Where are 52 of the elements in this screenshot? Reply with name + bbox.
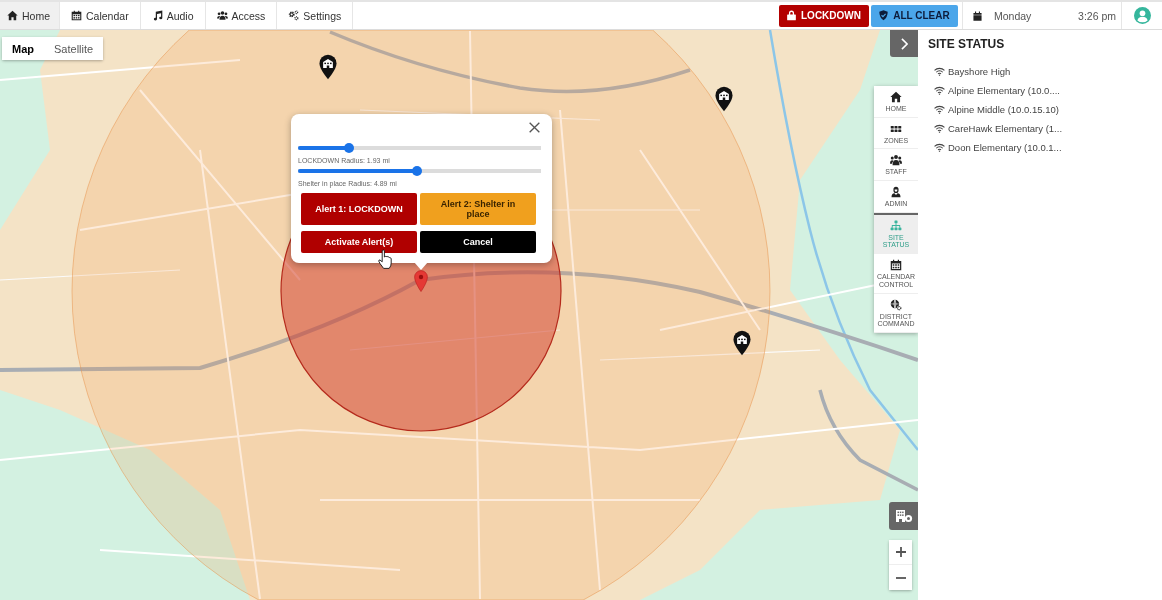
nav-tab[interactable]: Home xyxy=(0,2,60,29)
slider-thumb[interactable] xyxy=(412,166,423,176)
calendar-icon xyxy=(71,10,82,21)
gears-icon xyxy=(288,10,300,21)
users-icon xyxy=(890,154,902,167)
shield-check-icon xyxy=(879,10,889,21)
location-pin-icon[interactable] xyxy=(414,270,428,292)
wifi-icon xyxy=(934,67,945,76)
lockdown-alert-button[interactable]: Alert 1: LOCKDOWN xyxy=(301,193,417,225)
building-marker-icon[interactable] xyxy=(715,86,733,112)
minus-icon xyxy=(895,576,906,579)
home-icon xyxy=(7,10,18,21)
site-item[interactable]: Doon Elementary (10.0.1... xyxy=(934,138,1062,157)
building-layer-button[interactable] xyxy=(889,502,918,530)
lockdown-button[interactable]: LOCKDOWN xyxy=(779,4,869,27)
zoom-out-button[interactable] xyxy=(889,565,912,590)
wifi-icon xyxy=(934,105,945,114)
map-type-button[interactable]: Map xyxy=(2,37,44,60)
building-marker-icon[interactable] xyxy=(319,54,337,80)
shelter-alert-button[interactable]: Alert 2: Shelter in place xyxy=(420,193,536,225)
panel-title: SITE STATUS xyxy=(928,37,1006,51)
music-note-icon xyxy=(151,10,163,21)
site-item[interactable]: Bayshore High xyxy=(934,62,1011,81)
globe-gear-icon xyxy=(890,298,902,311)
home-icon xyxy=(890,91,902,103)
time-label: 3:26 pm xyxy=(1078,9,1116,22)
wifi-icon xyxy=(934,143,945,152)
site-item[interactable]: Alpine Middle (10.0.15.10) xyxy=(934,100,1059,119)
close-button[interactable] xyxy=(528,121,541,134)
day-label: Monday xyxy=(994,9,1032,22)
site-item[interactable]: CareHawk Elementary (1... xyxy=(934,119,1063,138)
building-marker-icon[interactable] xyxy=(733,330,751,356)
lock-icon xyxy=(787,10,796,21)
plus-icon xyxy=(895,547,906,557)
wifi-icon xyxy=(934,124,945,133)
users-icon xyxy=(216,10,228,21)
wifi-icon xyxy=(934,86,945,95)
activate-button[interactable]: Activate Alert(s) xyxy=(301,231,417,253)
slider-thumb[interactable] xyxy=(344,143,354,153)
site-item[interactable]: Alpine Elementary (10.0.... xyxy=(934,81,1060,100)
sitemap-icon xyxy=(890,219,902,232)
collapse-button[interactable] xyxy=(890,30,918,57)
all-clear-button[interactable]: ALL CLEAR xyxy=(871,4,958,27)
zoom-in-button[interactable] xyxy=(889,540,912,565)
calendar-icon xyxy=(973,10,982,21)
chevron-right-icon xyxy=(900,37,908,50)
map-type-button[interactable]: Satellite xyxy=(44,37,104,60)
calendar-icon xyxy=(890,259,902,272)
admin-user-icon xyxy=(890,186,902,199)
building-icon xyxy=(894,509,913,523)
close-icon xyxy=(529,122,540,133)
cancel-button[interactable]: Cancel xyxy=(420,231,536,253)
